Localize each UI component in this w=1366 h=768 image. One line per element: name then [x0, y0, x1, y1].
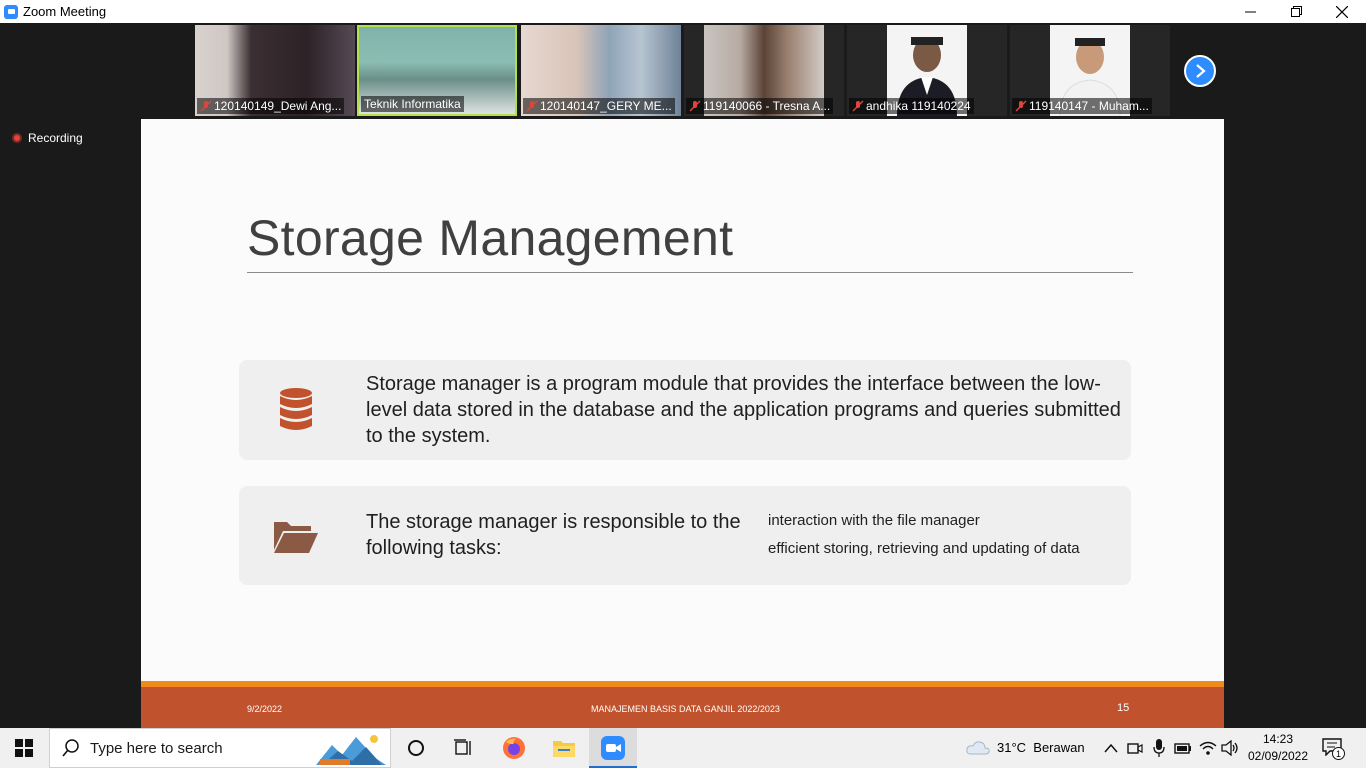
- participant-tile[interactable]: 119140147 - Muham...: [1010, 25, 1170, 116]
- folder-open-icon: [274, 522, 318, 553]
- footer-date: 9/2/2022: [247, 704, 283, 714]
- task-item: efficient storing, retrieving and updati…: [768, 540, 1080, 557]
- title-bar: Zoom Meeting: [0, 0, 1366, 23]
- participant-gallery: 120140149_Dewi Ang... Teknik Informatika…: [0, 23, 1366, 119]
- participant-name: 120140147_GERY ME...: [540, 99, 672, 113]
- database-icon: [280, 388, 312, 430]
- participant-name-bar: 120140149_Dewi Ang...: [197, 98, 345, 114]
- participant-name: andhika 119140224: [866, 99, 971, 113]
- wifi-icon[interactable]: [1199, 740, 1217, 756]
- notification-center-button[interactable]: 1: [1322, 738, 1346, 760]
- clock-date: 02/09/2022: [1247, 749, 1309, 763]
- mic-muted-icon: [689, 100, 701, 112]
- definition-text: Storage manager is a program module that…: [366, 373, 1121, 447]
- taskbar-search-box[interactable]: Type here to search: [49, 728, 391, 768]
- volume-icon[interactable]: [1221, 740, 1239, 756]
- recording-label: Recording: [28, 131, 83, 145]
- folder-icon: [553, 741, 575, 757]
- definition-card: Storage manager is a program module that…: [239, 360, 1131, 460]
- recording-icon: [12, 133, 22, 143]
- slide-footer: 9/2/2022 MANAJEMEN BASIS DATA GANJIL 202…: [141, 687, 1224, 728]
- participant-name-bar: 120140147_GERY ME...: [523, 98, 675, 114]
- firefox-icon: [503, 737, 525, 759]
- chevron-right-icon: [1196, 64, 1206, 78]
- participant-name-bar: 119140147 - Muham...: [1012, 98, 1152, 114]
- zoom-app-icon: [4, 4, 18, 19]
- search-placeholder: Type here to search: [90, 739, 223, 757]
- participant-name: 119140066 - Tresna A...: [703, 99, 831, 113]
- minimize-icon: [1244, 11, 1256, 13]
- participant-tile[interactable]: andhika 119140224: [847, 25, 1007, 116]
- participant-name-bar: 119140066 - Tresna A...: [686, 98, 834, 114]
- title-underline: [247, 272, 1133, 273]
- chevron-up-icon[interactable]: [1104, 743, 1118, 753]
- participant-tile[interactable]: 119140066 - Tresna A...: [684, 25, 844, 116]
- minimize-button[interactable]: [1227, 0, 1273, 23]
- battery-icon[interactable]: [1174, 741, 1192, 755]
- zoom-taskbar-button[interactable]: [589, 728, 637, 768]
- microphone-icon[interactable]: [1153, 739, 1165, 757]
- close-icon: [1336, 5, 1348, 18]
- participant-name: 120140149_Dewi Ang...: [214, 99, 342, 113]
- participant-name: 119140147 - Muham...: [1029, 99, 1149, 113]
- windows-taskbar: Type here to search 31°C Berawan 14:23 0…: [0, 728, 1366, 768]
- tasks-card: The storage manager is responsible to th…: [239, 486, 1131, 585]
- participant-tile[interactable]: 120140149_Dewi Ang...: [195, 25, 355, 116]
- window-title: Zoom Meeting: [23, 4, 107, 19]
- search-icon: [62, 739, 79, 757]
- firefox-taskbar-button[interactable]: [490, 728, 538, 768]
- mic-muted-icon: [526, 100, 538, 112]
- restore-button[interactable]: [1273, 0, 1319, 23]
- windows-logo-icon: [15, 739, 33, 757]
- participant-name-bar: andhika 119140224: [849, 98, 974, 114]
- weather-text[interactable]: 31°C Berawan: [997, 740, 1085, 755]
- close-button[interactable]: [1319, 0, 1365, 23]
- slide-title: Storage Management: [247, 210, 734, 266]
- cortana-circle-icon: [408, 740, 424, 756]
- participant-name-bar: Teknik Informatika: [361, 96, 464, 112]
- search-highlight-illustration: [316, 735, 386, 765]
- meet-now-icon[interactable]: [1127, 740, 1143, 756]
- clock-time: 14:23: [1262, 732, 1294, 746]
- mic-muted-icon: [852, 100, 864, 112]
- gallery-next-button[interactable]: [1184, 55, 1216, 87]
- participant-tile-active-speaker[interactable]: Teknik Informatika: [357, 25, 517, 116]
- task-item: interaction with the file manager: [768, 512, 980, 529]
- cloud-weather-icon: [966, 741, 990, 755]
- mic-muted-icon: [1015, 100, 1027, 112]
- restore-icon: [1290, 6, 1302, 17]
- shared-screen-slide: Storage Management Storage manager is a …: [141, 119, 1224, 728]
- start-button[interactable]: [0, 728, 48, 768]
- file-explorer-taskbar-button[interactable]: [540, 728, 588, 768]
- zoom-icon: [601, 736, 625, 760]
- task-view-button[interactable]: [440, 728, 488, 768]
- mic-muted-icon: [200, 100, 212, 112]
- footer-course-title: MANAJEMEN BASIS DATA GANJIL 2022/2023: [591, 704, 780, 714]
- tasks-intro-text: The storage manager is responsible to th…: [366, 511, 741, 559]
- notification-count-badge: 1: [1332, 747, 1345, 760]
- cortana-button[interactable]: [392, 728, 440, 768]
- taskbar-clock[interactable]: 14:23 02/09/2022: [1240, 731, 1316, 765]
- task-view-icon: [454, 739, 471, 755]
- participant-name: Teknik Informatika: [364, 97, 461, 111]
- slide-page-number: 15: [1117, 702, 1130, 714]
- participant-tile[interactable]: 120140147_GERY ME...: [521, 25, 681, 116]
- recording-indicator[interactable]: Recording: [12, 131, 83, 145]
